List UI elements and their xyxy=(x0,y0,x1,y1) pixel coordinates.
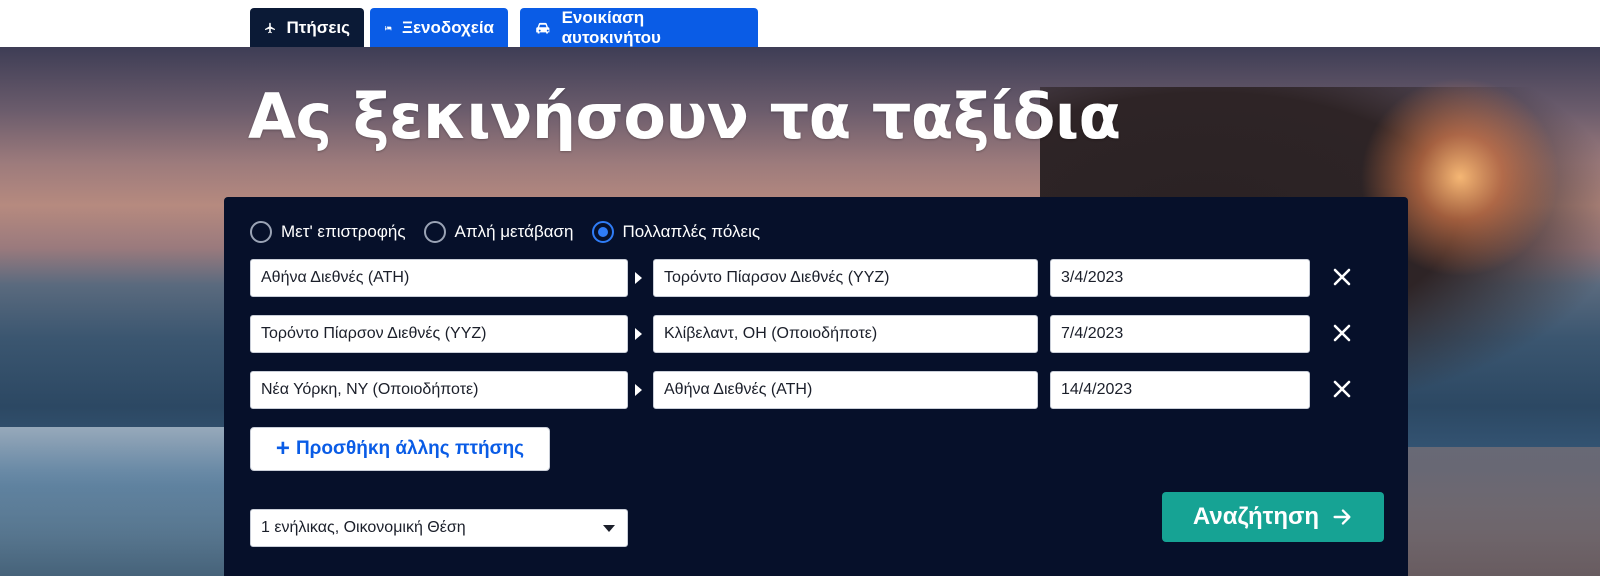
tab-car-rental-label: Ενοικίαση αυτοκινήτου xyxy=(561,7,661,47)
flight-legs: Αθήνα Διεθνές (ATH) Τορόντο Πίαρσον Διεθ… xyxy=(250,259,1380,427)
leg-arrow-icon xyxy=(635,328,642,340)
leg-arrow-icon xyxy=(635,272,642,284)
tab-hotels[interactable]: Ξενοδοχεία xyxy=(370,8,508,47)
flight-search-panel: Μετ' επιστροφής Απλή μετάβαση Πολλαπλές … xyxy=(224,197,1408,576)
departure-date-field[interactable]: 14/4/2023 xyxy=(1050,371,1310,409)
destination-field[interactable]: Αθήνα Διεθνές (ATH) xyxy=(653,371,1038,409)
bed-icon xyxy=(385,25,392,30)
search-button-label: Αναζήτηση xyxy=(1192,503,1320,530)
plus-icon: + xyxy=(275,435,290,462)
passengers-cabin-value: 1 ενήλικας, Οικονομική Θέση xyxy=(261,519,466,536)
radio-button-selected[interactable] xyxy=(591,221,614,243)
trip-type-label: Απλή μετάβαση xyxy=(454,222,574,241)
tab-hotels-label: Ξενοδοχεία xyxy=(402,17,494,37)
leg-arrow-icon xyxy=(635,384,642,396)
flight-leg-3: Νέα Υόρκη, NY (Οποιοδήποτε) Αθήνα Διεθνέ… xyxy=(250,371,1380,427)
radio-button[interactable] xyxy=(250,221,272,243)
remove-leg-close-icon[interactable] xyxy=(1330,321,1354,345)
departure-date-field[interactable]: 7/4/2023 xyxy=(1050,315,1310,353)
product-tabs: Πτήσεις Ξενοδοχεία Ενοικίαση αυτοκινήτου xyxy=(0,0,1600,47)
flight-leg-2: Τορόντο Πίαρσον Διεθνές (YYZ) Κλίβελαντ,… xyxy=(250,315,1380,371)
hero-surf xyxy=(0,427,240,576)
trip-type-label: Μετ' επιστροφής xyxy=(281,222,406,241)
add-flight-button[interactable]: + Προσθήκη άλλης πτήσης xyxy=(250,427,550,471)
search-button[interactable]: Αναζήτηση xyxy=(1162,492,1384,542)
departure-date-field[interactable]: 3/4/2023 xyxy=(1050,259,1310,297)
passengers-cabin-select[interactable]: 1 ενήλικας, Οικονομική Θέση xyxy=(250,509,628,547)
radio-button[interactable] xyxy=(423,221,446,243)
tab-car-rental[interactable]: Ενοικίαση αυτοκινήτου xyxy=(520,8,758,47)
remove-leg-close-icon[interactable] xyxy=(1330,265,1354,289)
origin-field[interactable]: Αθήνα Διεθνές (ATH) xyxy=(250,259,628,297)
tab-flights[interactable]: Πτήσεις xyxy=(250,8,364,47)
car-icon xyxy=(536,22,550,33)
origin-field[interactable]: Νέα Υόρκη, NY (Οποιοδήποτε) xyxy=(250,371,628,409)
destination-field[interactable]: Κλίβελαντ, OH (Οποιοδήποτε) xyxy=(653,315,1038,353)
origin-field[interactable]: Τορόντο Πίαρσον Διεθνές (YYZ) xyxy=(250,315,628,353)
add-flight-label: Προσθήκη άλλης πτήσης xyxy=(295,438,525,459)
trip-type-label: Πολλαπλές πόλεις xyxy=(622,222,761,241)
chevron-down-icon xyxy=(603,525,615,532)
plane-icon xyxy=(265,22,275,33)
remove-leg-close-icon[interactable] xyxy=(1330,377,1354,401)
page-title: Ας ξεκινήσουν τα ταξίδια xyxy=(248,80,1121,153)
flight-leg-1: Αθήνα Διεθνές (ATH) Τορόντο Πίαρσον Διεθ… xyxy=(250,259,1380,315)
destination-field[interactable]: Τορόντο Πίαρσον Διεθνές (YYZ) xyxy=(653,259,1038,297)
trip-type-round-trip[interactable]: Μετ' επιστροφής xyxy=(250,221,406,243)
trip-type-multi-city[interactable]: Πολλαπλές πόλεις xyxy=(591,221,761,243)
arrow-right-icon xyxy=(1333,509,1351,525)
trip-type-one-way[interactable]: Απλή μετάβαση xyxy=(423,221,574,243)
tab-flights-label: Πτήσεις xyxy=(286,17,350,37)
trip-type-group: Μετ' επιστροφής Απλή μετάβαση Πολλαπλές … xyxy=(250,221,778,243)
